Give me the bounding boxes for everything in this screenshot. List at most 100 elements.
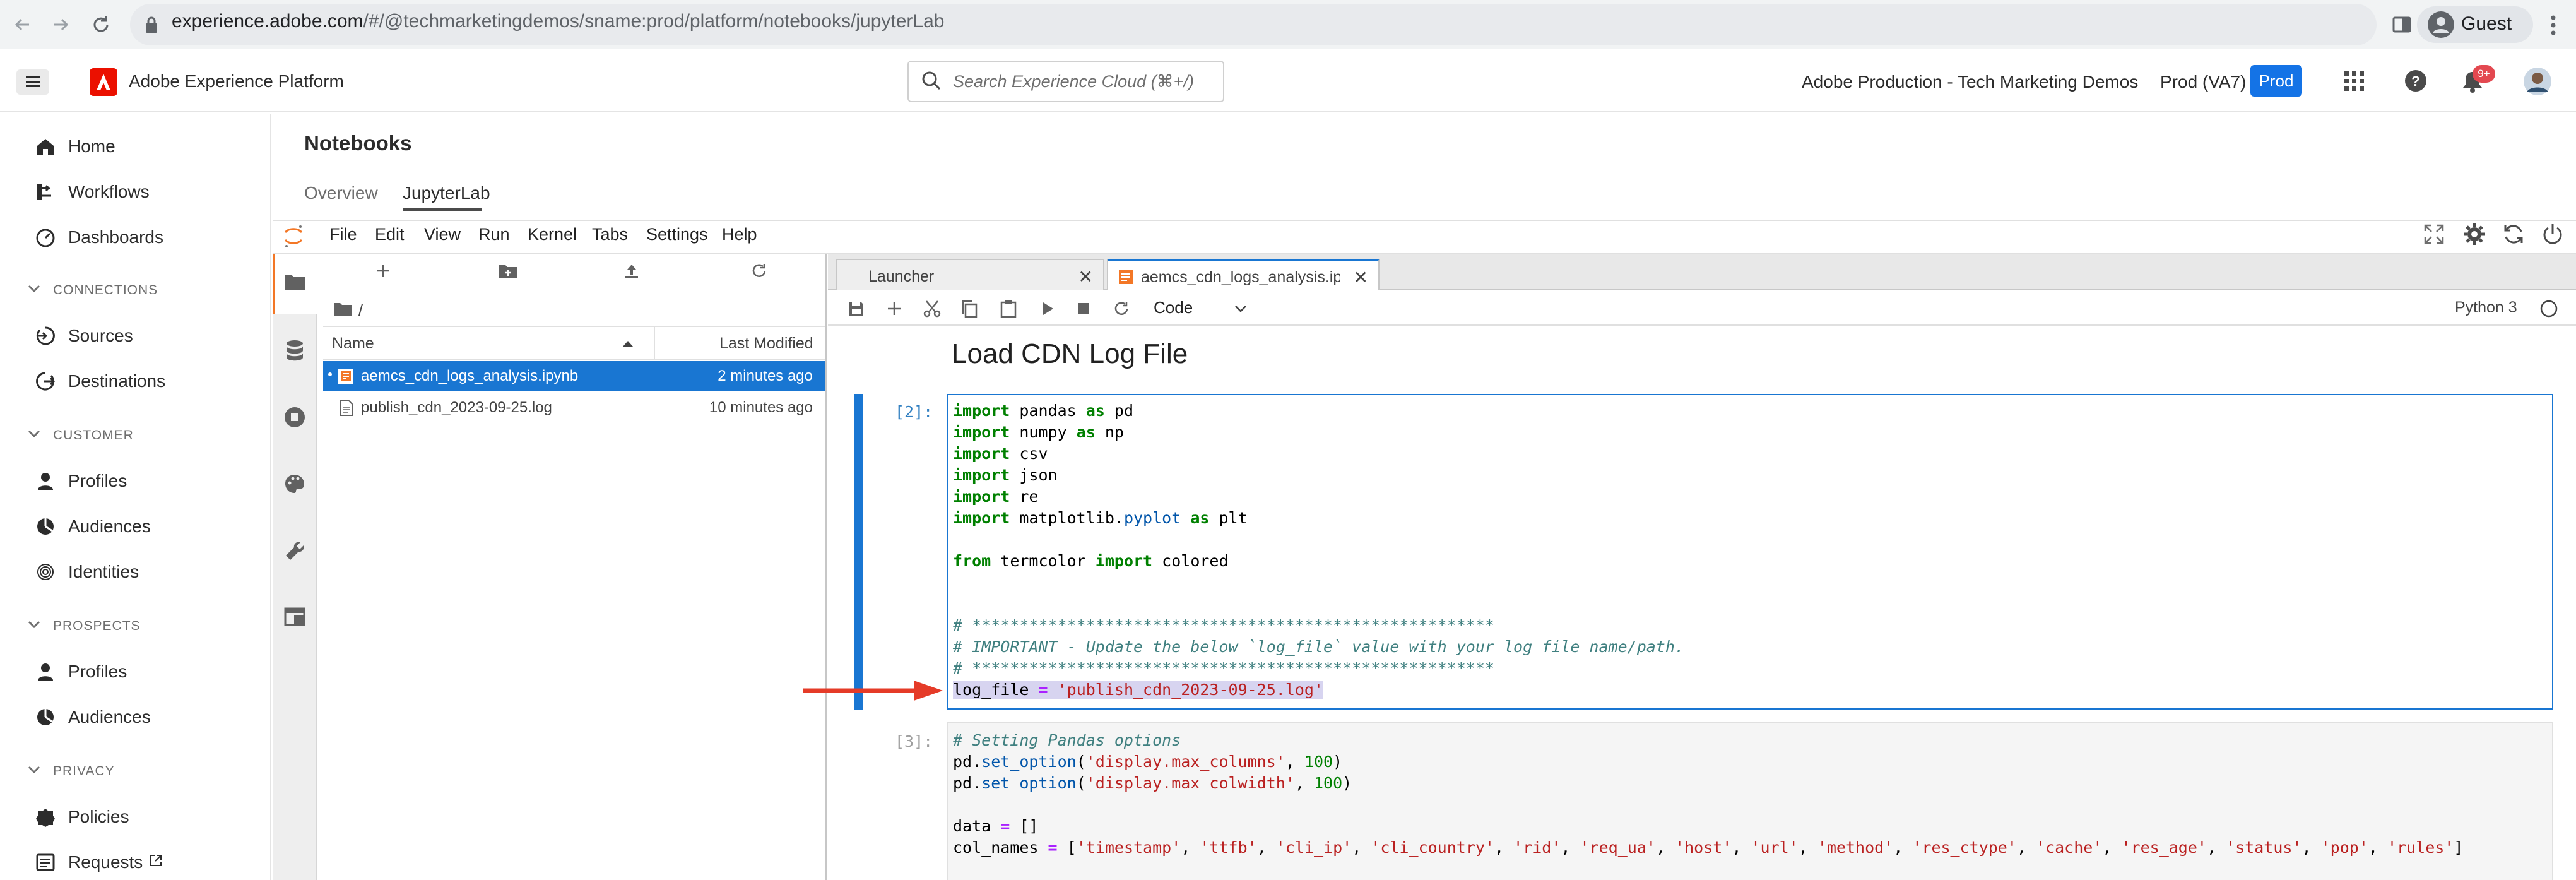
breadcrumb-path[interactable]: / xyxy=(358,300,363,320)
nav-item-home[interactable]: Home xyxy=(35,130,263,162)
tab-overview[interactable]: Overview xyxy=(304,183,378,203)
file-modified: 10 minutes ago xyxy=(709,399,813,416)
sources-icon xyxy=(35,326,56,346)
hamburger-menu-icon[interactable] xyxy=(16,69,49,95)
column-header-name[interactable]: Name xyxy=(332,335,374,353)
menu-help[interactable]: Help xyxy=(722,225,757,244)
running-kernels-icon[interactable] xyxy=(284,407,305,428)
sandbox-switcher[interactable]: Prod (VA7) xyxy=(2160,72,2246,92)
cut-icon[interactable] xyxy=(923,299,942,318)
cell-type-select[interactable]: Code xyxy=(1154,298,1193,318)
menu-view[interactable]: View xyxy=(424,225,461,244)
app-switcher-icon[interactable] xyxy=(2344,71,2365,92)
svg-text:?: ? xyxy=(2411,73,2419,89)
active-tab-indicator xyxy=(403,208,482,211)
org-switcher[interactable]: Adobe Production - Tech Marketing Demos xyxy=(1802,72,2138,92)
upload-icon[interactable] xyxy=(623,263,640,279)
paste-icon[interactable] xyxy=(1000,299,1017,318)
nav-label-dashboards: Dashboards xyxy=(68,227,163,247)
code-line: # IMPORTANT - Update the below `log_file… xyxy=(953,638,1684,656)
forward-icon[interactable] xyxy=(48,12,73,37)
file-row[interactable]: aemcs_cdn_logs_analysis.ipynb 2 minutes … xyxy=(323,361,825,391)
nav-item-prospect-audiences[interactable]: Audiences xyxy=(35,701,263,732)
menu-edit[interactable]: Edit xyxy=(375,225,405,244)
settings-gear-icon[interactable] xyxy=(2462,222,2486,246)
browser-menu-icon[interactable] xyxy=(2549,14,2557,37)
file-row[interactable]: publish_cdn_2023-09-25.log 10 minutes ag… xyxy=(323,393,825,423)
active-cell-indicator[interactable] xyxy=(854,394,863,710)
chevron-down-icon[interactable] xyxy=(1234,304,1247,313)
user-avatar[interactable] xyxy=(2523,67,2552,96)
code-line: import json xyxy=(953,466,1058,484)
tab-launcher[interactable]: Launcher ✕ xyxy=(836,259,1104,290)
nav-item-identities[interactable]: Identities xyxy=(35,556,263,587)
database-icon[interactable] xyxy=(285,340,304,361)
insert-cell-icon[interactable] xyxy=(886,300,902,317)
nav-section-prospects[interactable]: PROSPECTS xyxy=(28,614,255,639)
save-icon[interactable] xyxy=(848,300,865,317)
nav-item-dashboards[interactable]: Dashboards xyxy=(35,221,263,253)
nav-label-home: Home xyxy=(68,136,115,156)
help-icon[interactable]: ? xyxy=(2404,69,2427,92)
nav-label-requests: Requests xyxy=(68,852,143,872)
new-launcher-icon[interactable] xyxy=(375,263,391,279)
wrench-icon[interactable] xyxy=(284,540,305,562)
nav-item-customer-audiences[interactable]: Audiences xyxy=(35,510,263,542)
nav-label-profiles: Profiles xyxy=(68,662,127,681)
menu-run[interactable]: Run xyxy=(478,225,510,244)
refresh-icon[interactable] xyxy=(2502,222,2526,246)
fingerprint-icon xyxy=(35,562,56,582)
tab-label: Launcher xyxy=(868,268,935,285)
search-icon xyxy=(921,71,942,91)
copy-icon[interactable] xyxy=(960,299,978,318)
url-text: experience.adobe.com/#/@techmarketingdem… xyxy=(172,11,945,32)
code-line: # Setting Pandas options xyxy=(953,731,1181,749)
nav-label-audiences: Audiences xyxy=(68,516,151,536)
markdown-heading[interactable]: Load CDN Log File xyxy=(952,338,1188,370)
restart-kernel-icon[interactable] xyxy=(1113,300,1130,317)
run-icon[interactable] xyxy=(1040,300,1055,317)
sandbox-badge[interactable]: Prod xyxy=(2250,65,2302,97)
nav-item-sources[interactable]: Sources xyxy=(35,319,263,351)
nav-item-prospect-profiles[interactable]: Profiles xyxy=(35,655,263,687)
close-icon[interactable]: ✕ xyxy=(1078,266,1093,287)
menu-settings[interactable]: Settings xyxy=(646,225,708,244)
nav-section-label: PRIVACY xyxy=(53,764,115,778)
nav-section-label: CUSTOMER xyxy=(53,428,134,443)
nav-item-policies[interactable]: Policies xyxy=(35,800,263,832)
nav-item-requests[interactable]: Requests xyxy=(35,846,263,877)
palette-icon[interactable] xyxy=(284,473,305,495)
power-icon[interactable] xyxy=(2541,222,2565,246)
side-panel-icon[interactable] xyxy=(2392,15,2412,35)
nav-section-privacy[interactable]: PRIVACY xyxy=(28,759,255,784)
nav-section-customer[interactable]: CUSTOMER xyxy=(28,423,255,448)
column-header-modified[interactable]: Last Modified xyxy=(719,335,813,353)
column-divider xyxy=(654,327,655,359)
kernel-name[interactable]: Python 3 xyxy=(2455,299,2517,317)
app-name[interactable]: Adobe Experience Platform xyxy=(129,71,344,92)
reload-icon[interactable] xyxy=(88,12,114,37)
tab-notebook[interactable]: aemcs_cdn_logs_analysis.ipyn ✕ xyxy=(1107,259,1380,292)
nav-section-connections[interactable]: CONNECTIONS xyxy=(28,278,255,303)
nav-label-sources: Sources xyxy=(68,326,133,345)
nav-item-destinations[interactable]: Destinations xyxy=(35,365,263,396)
nav-item-workflows[interactable]: Workflows xyxy=(35,175,263,207)
adobe-logo-icon[interactable] xyxy=(90,68,117,96)
refresh-files-icon[interactable] xyxy=(751,263,767,279)
chevron-down-icon xyxy=(28,620,40,629)
stop-icon[interactable] xyxy=(1077,302,1090,316)
page-title: Notebooks xyxy=(304,131,412,155)
policies-icon xyxy=(35,807,56,827)
tab-jupyterlab[interactable]: JupyterLab xyxy=(403,183,490,203)
folder-icon[interactable] xyxy=(284,273,305,290)
tabs-icon[interactable] xyxy=(284,607,305,626)
menu-file[interactable]: File xyxy=(329,225,357,244)
new-folder-icon[interactable] xyxy=(499,264,517,279)
close-icon[interactable]: ✕ xyxy=(1354,267,1368,288)
menu-tabs[interactable]: Tabs xyxy=(592,225,628,244)
fullscreen-icon[interactable] xyxy=(2423,223,2445,245)
text-file-icon xyxy=(337,399,355,417)
back-icon[interactable] xyxy=(10,12,35,37)
menu-kernel[interactable]: Kernel xyxy=(528,225,577,244)
nav-item-customer-profiles[interactable]: Profiles xyxy=(35,465,263,496)
